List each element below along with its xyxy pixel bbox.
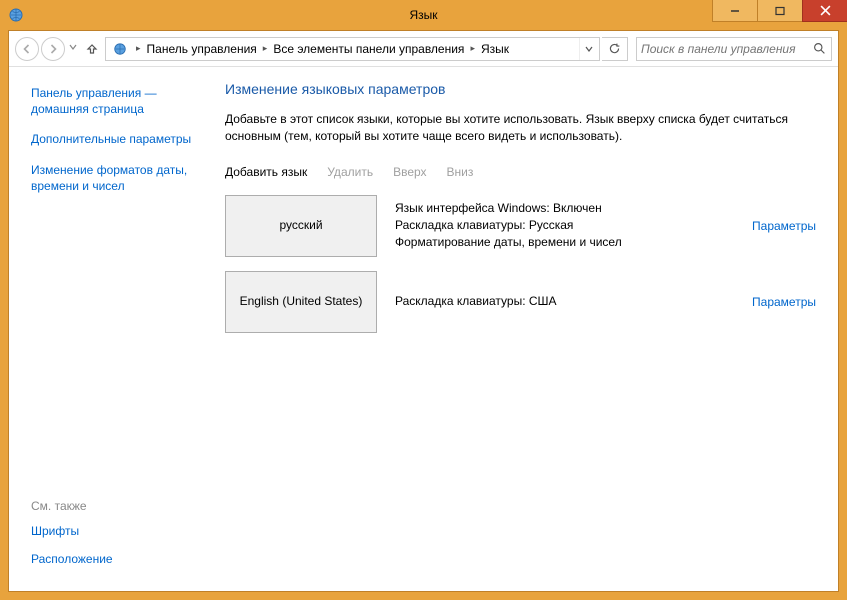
titlebar: Язык: [0, 0, 847, 30]
search-icon[interactable]: [811, 42, 827, 55]
address-bar[interactable]: ▸ Панель управления ▸ Все элементы панел…: [105, 37, 600, 61]
language-row[interactable]: русский Язык интерфейса Windows: Включен…: [225, 195, 820, 257]
breadcrumb-item[interactable]: Все элементы панели управления: [271, 42, 466, 56]
language-tile[interactable]: русский: [225, 195, 377, 257]
remove-language-button[interactable]: Удалить: [327, 165, 373, 179]
lang-detail-line: Язык интерфейса Windows: Включен: [395, 200, 734, 217]
see-also-label: См. также: [31, 499, 199, 513]
breadcrumb-item[interactable]: Панель управления: [145, 42, 259, 56]
chevron-right-icon[interactable]: ▸: [259, 43, 272, 54]
navbar: ▸ Панель управления ▸ Все элементы панел…: [9, 31, 838, 67]
chevron-right-icon[interactable]: ▸: [466, 43, 479, 54]
minimize-button[interactable]: [712, 0, 758, 22]
sidebar-link-location[interactable]: Расположение: [31, 551, 199, 567]
language-details: Раскладка клавиатуры: США: [395, 293, 734, 310]
breadcrumb-item[interactable]: Язык: [479, 42, 511, 56]
close-button[interactable]: [802, 0, 847, 22]
up-button[interactable]: [81, 38, 103, 60]
lang-detail-line: Форматирование даты, времени и чисел: [395, 234, 734, 251]
move-up-button[interactable]: Вверх: [393, 165, 426, 179]
language-toolbar: Добавить язык Удалить Вверх Вниз: [225, 161, 820, 189]
language-tile[interactable]: English (United States): [225, 271, 377, 333]
back-button[interactable]: [15, 37, 39, 61]
address-dropdown-icon[interactable]: [579, 38, 597, 60]
language-row[interactable]: English (United States) Раскладка клавиа…: [225, 271, 820, 333]
lang-detail-line: Раскладка клавиатуры: Русская: [395, 217, 734, 234]
content-area: Панель управления — домашняя страница До…: [9, 67, 838, 591]
refresh-button[interactable]: [602, 37, 628, 61]
lang-detail-line: Раскладка клавиатуры: США: [395, 293, 734, 310]
see-also-section: Шрифты Расположение: [31, 523, 199, 579]
window-title: Язык: [409, 8, 437, 22]
window-controls: [712, 0, 847, 22]
sidebar-link-home[interactable]: Панель управления — домашняя страница: [31, 85, 199, 117]
add-language-button[interactable]: Добавить язык: [225, 165, 307, 179]
sidebar-link-formats[interactable]: Изменение форматов даты, времени и чисел: [31, 162, 199, 194]
chevron-right-icon[interactable]: ▸: [132, 43, 145, 54]
language-options-link[interactable]: Параметры: [752, 295, 816, 309]
language-details: Язык интерфейса Windows: Включен Расклад…: [395, 200, 734, 252]
sidebar: Панель управления — домашняя страница До…: [9, 67, 211, 591]
search-box[interactable]: [636, 37, 832, 61]
language-list: русский Язык интерфейса Windows: Включен…: [225, 195, 820, 333]
forward-button[interactable]: [41, 37, 65, 61]
main-panel: Изменение языковых параметров Добавьте в…: [211, 67, 838, 591]
search-input[interactable]: [641, 42, 811, 56]
language-options-link[interactable]: Параметры: [752, 219, 816, 233]
window-body: ▸ Панель управления ▸ Все элементы панел…: [8, 30, 839, 592]
history-dropdown-icon[interactable]: [67, 43, 79, 54]
move-down-button[interactable]: Вниз: [447, 165, 474, 179]
page-description: Добавьте в этот список языки, которые вы…: [225, 111, 820, 145]
maximize-button[interactable]: [757, 0, 803, 22]
page-heading: Изменение языковых параметров: [225, 81, 820, 97]
sidebar-link-fonts[interactable]: Шрифты: [31, 523, 199, 539]
globe-language-icon: [112, 41, 128, 57]
sidebar-link-advanced[interactable]: Дополнительные параметры: [31, 131, 199, 147]
globe-language-icon: [8, 7, 24, 23]
